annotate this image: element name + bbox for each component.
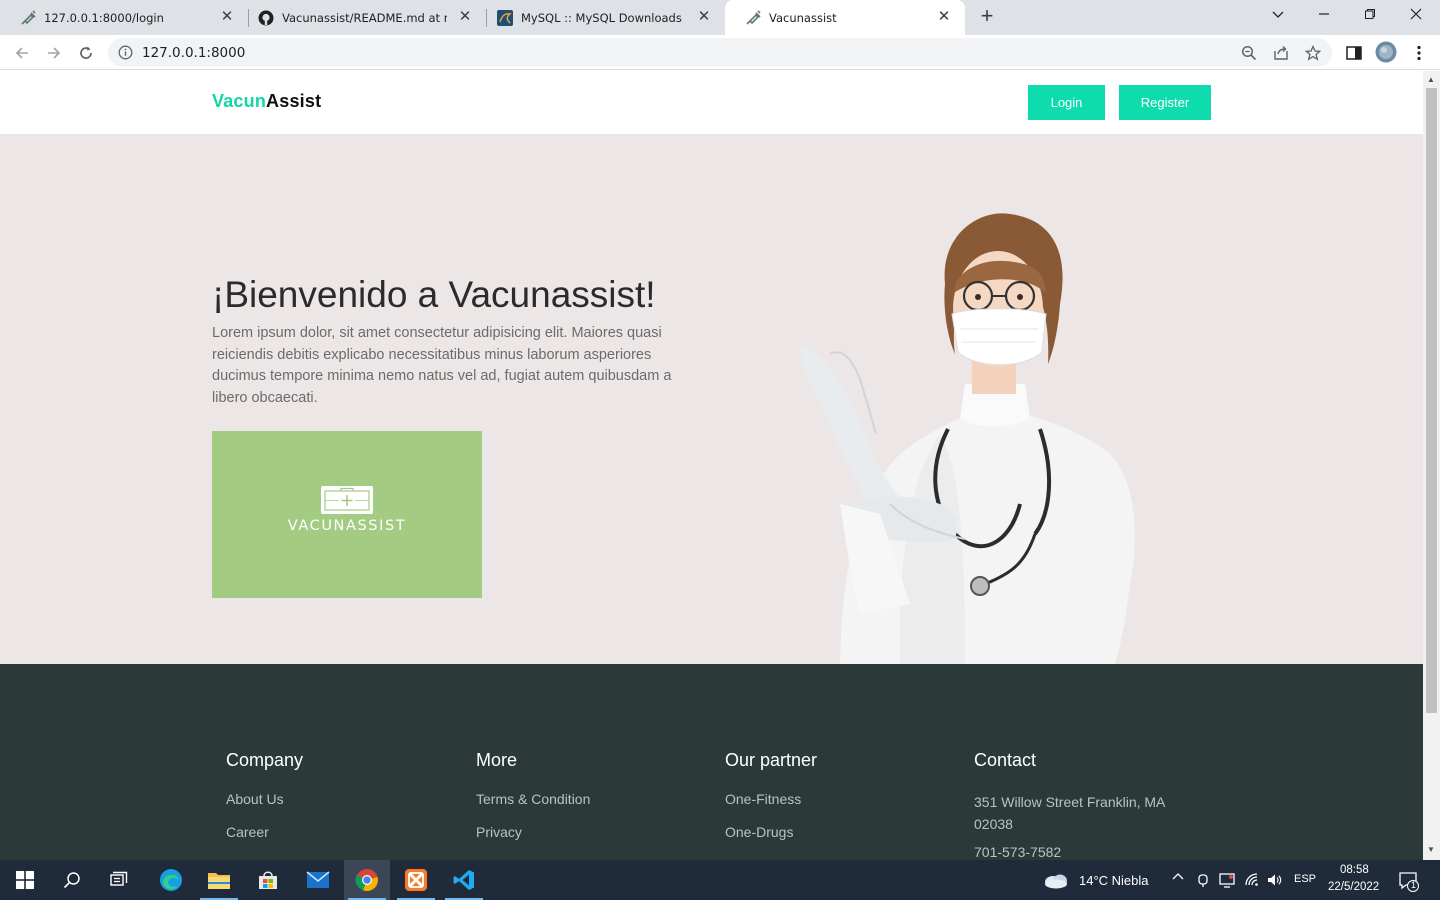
page-scrollbar[interactable]: ▲ ▼ bbox=[1423, 71, 1440, 860]
address-bar[interactable]: 127.0.0.1:8000 bbox=[108, 38, 1332, 67]
site-header: VacunAssist Login Register bbox=[0, 71, 1423, 134]
notifications-icon[interactable] bbox=[1398, 870, 1420, 895]
footer-heading: Our partner bbox=[725, 750, 818, 770]
menu-kebab-icon[interactable] bbox=[1410, 44, 1428, 62]
tab-mysql-downloads[interactable]: MySQL :: MySQL Downloads ✕ bbox=[477, 0, 725, 35]
close-icon[interactable]: ✕ bbox=[935, 8, 953, 26]
profile-avatar-icon[interactable] bbox=[1375, 41, 1397, 63]
vacunassist-logo-image: VACUNASSIST bbox=[212, 431, 482, 598]
notifications-count: 1 bbox=[1411, 880, 1417, 890]
hero-description: Lorem ipsum dolor, sit amet consectetur … bbox=[212, 325, 672, 406]
hero-section: ¡Bienvenido a Vacunassist! Lorem ipsum d… bbox=[0, 134, 1423, 664]
doctor-photo bbox=[800, 213, 1135, 664]
url-text: 127.0.0.1:8000 bbox=[142, 45, 246, 61]
windows-start-icon[interactable] bbox=[2, 860, 48, 900]
close-icon[interactable]: ✕ bbox=[456, 8, 474, 26]
page-viewport: VacunAssist Login Register ¡Bienvenido a… bbox=[0, 71, 1423, 860]
contact-address: 351 Willow Street Franklin, MA 02038 bbox=[974, 794, 1165, 832]
microsoft-store-icon[interactable] bbox=[245, 860, 291, 900]
close-icon[interactable]: ✕ bbox=[695, 8, 713, 26]
tab-search-chevron-icon[interactable] bbox=[1255, 0, 1301, 30]
browser-toolbar: 127.0.0.1:8000 bbox=[0, 35, 1440, 70]
tab-vacunassist[interactable]: Vacunassist ✕ bbox=[725, 0, 965, 35]
clock-date[interactable]: 22/5/2022 bbox=[1328, 881, 1379, 893]
tab-login[interactable]: 127.0.0.1:8000/login ✕ bbox=[0, 0, 248, 35]
back-button[interactable] bbox=[9, 40, 35, 66]
medical-kit-icon bbox=[321, 486, 373, 514]
forward-button[interactable] bbox=[41, 40, 67, 66]
file-explorer-icon[interactable] bbox=[196, 860, 242, 900]
close-icon[interactable]: ✕ bbox=[218, 8, 236, 26]
wifi-icon[interactable] bbox=[1244, 872, 1260, 891]
footer-link-one-drugs[interactable]: One-Drugs bbox=[725, 824, 817, 840]
edge-browser-icon[interactable] bbox=[148, 860, 194, 900]
windows-taskbar: 14°C Niebla ESP 08:58 22/5/2022 1 bbox=[0, 860, 1440, 900]
meet-now-icon[interactable] bbox=[1196, 872, 1210, 891]
hero-title: ¡Bienvenido a Vacunassist! bbox=[212, 274, 656, 315]
clock-time[interactable]: 08:58 bbox=[1340, 864, 1369, 876]
footer-heading: More bbox=[476, 750, 518, 770]
syringe-icon bbox=[745, 9, 761, 26]
restore-button[interactable] bbox=[1347, 0, 1393, 30]
syringe-icon bbox=[20, 9, 36, 26]
register-button[interactable]: Register bbox=[1119, 85, 1211, 120]
display-icon[interactable] bbox=[1219, 872, 1235, 891]
contact-phone: 701-573-7582 bbox=[974, 844, 1062, 860]
footer-column-contact: Contact 351 Willow Street Franklin, MA 0… bbox=[974, 750, 1204, 860]
search-icon[interactable] bbox=[49, 860, 95, 900]
scroll-down-icon[interactable]: ▼ bbox=[1427, 845, 1435, 854]
close-window-button[interactable] bbox=[1393, 0, 1439, 30]
footer-heading: Contact bbox=[974, 750, 1037, 770]
footer-heading: Company bbox=[226, 750, 304, 770]
language-indicator[interactable]: ESP bbox=[1294, 873, 1316, 885]
volume-icon[interactable] bbox=[1266, 872, 1282, 891]
xampp-icon[interactable] bbox=[393, 860, 439, 900]
footer-link-career[interactable]: Career bbox=[226, 824, 303, 840]
scroll-up-icon[interactable]: ▲ bbox=[1427, 75, 1435, 84]
logo-wordmark: VACUNASSIST bbox=[287, 518, 407, 534]
footer-link-about-us[interactable]: About Us bbox=[226, 791, 303, 807]
login-button[interactable]: Login bbox=[1028, 85, 1105, 120]
site-footer: Company About Us Career More Terms & Con… bbox=[0, 664, 1423, 860]
bookmark-star-icon[interactable] bbox=[1304, 44, 1322, 61]
footer-link-one-fitness[interactable]: One-Fitness bbox=[725, 791, 817, 807]
reload-button[interactable] bbox=[73, 40, 99, 66]
brand-logo[interactable]: VacunAssist bbox=[212, 91, 321, 112]
info-icon[interactable] bbox=[118, 45, 133, 60]
browser-tab-strip: 127.0.0.1:8000/login ✕ Vacunassist/READM… bbox=[0, 0, 1440, 35]
weather-text[interactable]: 14°C Niebla bbox=[1079, 873, 1149, 888]
footer-column-partner: Our partner One-Fitness One-Drugs bbox=[725, 750, 817, 857]
footer-column-company: Company About Us Career bbox=[226, 750, 303, 857]
weather-cloud-icon[interactable] bbox=[1040, 860, 1072, 900]
scrollbar-thumb[interactable] bbox=[1426, 88, 1437, 713]
task-view-icon[interactable] bbox=[96, 860, 142, 900]
minimize-button[interactable] bbox=[1301, 0, 1347, 30]
tab-github-readme[interactable]: Vacunassist/README.md at mast ✕ bbox=[238, 0, 486, 35]
side-panel-icon[interactable] bbox=[1345, 44, 1363, 62]
vscode-icon[interactable] bbox=[441, 860, 487, 900]
footer-link-terms[interactable]: Terms & Condition bbox=[476, 791, 590, 807]
chrome-icon[interactable] bbox=[344, 860, 390, 900]
zoom-icon[interactable] bbox=[1241, 45, 1257, 61]
new-tab-button[interactable]: + bbox=[975, 5, 999, 29]
github-icon bbox=[258, 10, 274, 26]
mail-icon[interactable] bbox=[295, 860, 341, 900]
share-icon[interactable] bbox=[1273, 45, 1289, 61]
tray-chevron-icon[interactable] bbox=[1172, 871, 1184, 886]
footer-link-privacy[interactable]: Privacy bbox=[476, 824, 590, 840]
footer-column-more: More Terms & Condition Privacy bbox=[476, 750, 590, 857]
mysql-icon bbox=[497, 9, 513, 26]
